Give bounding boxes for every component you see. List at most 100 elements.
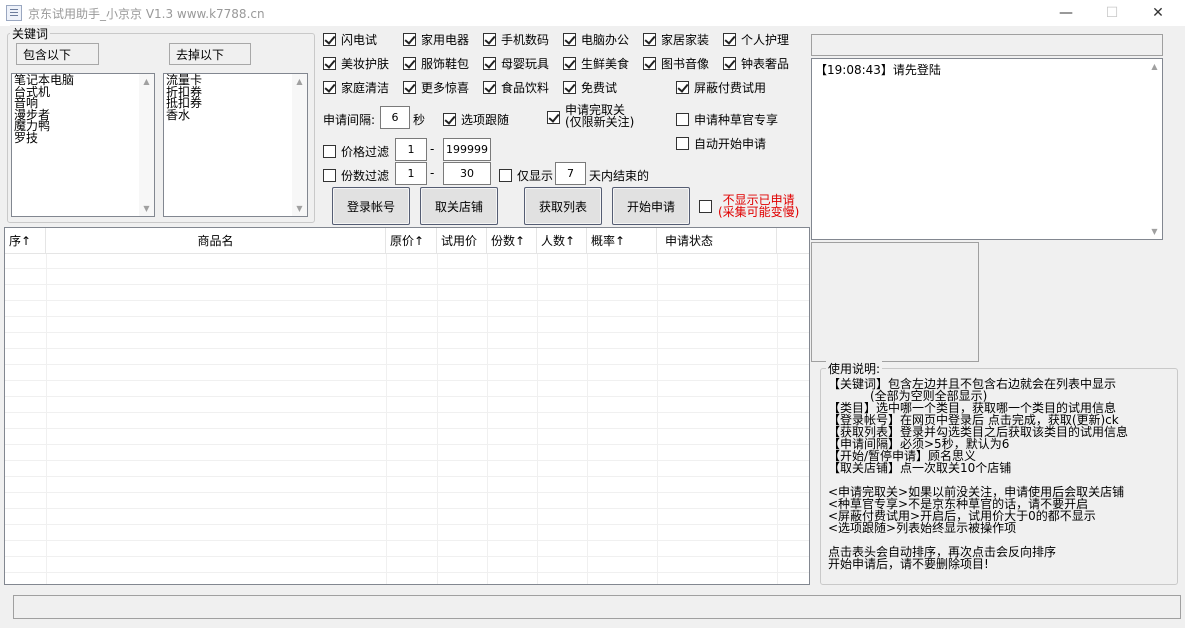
price-range-separator: - (430, 142, 435, 156)
category-checkbox[interactable]: 家用电器 (403, 31, 469, 48)
count-min-input[interactable]: 1 (395, 162, 427, 185)
price-max-input[interactable]: 199999 (443, 138, 491, 161)
checkbox-icon[interactable] (403, 57, 416, 70)
column-header-index[interactable]: 序↑ (5, 228, 46, 254)
log-scrollbar[interactable]: ▲ ▼ (1147, 59, 1162, 239)
checkbox-icon[interactable] (403, 33, 416, 46)
checkbox-icon[interactable] (323, 145, 336, 158)
checkbox-icon[interactable] (323, 81, 336, 94)
category-checkbox[interactable]: 钟表奢品 (723, 55, 789, 72)
log-line: 【19:08:43】请先登陆 (815, 63, 941, 77)
column-header-probability[interactable]: 概率↑ (587, 228, 657, 254)
checkbox-icon[interactable] (676, 137, 689, 150)
close-button[interactable]: ✕ (1135, 0, 1181, 26)
checkbox-icon[interactable] (443, 113, 456, 126)
minimize-button[interactable]: — (1043, 0, 1089, 26)
category-checkbox[interactable]: 更多惊喜 (403, 79, 469, 96)
price-min-input[interactable]: 1 (395, 138, 427, 161)
checkbox-icon[interactable] (403, 81, 416, 94)
include-keywords-list[interactable]: 笔记本电脑 台式机 音响 漫步者 魔力鸭 罗技 ▲ ▼ (11, 73, 155, 217)
category-checkbox[interactable]: 家庭清洁 (323, 79, 389, 96)
checkbox-icon[interactable] (643, 57, 656, 70)
column-header-original-price[interactable]: 原价↑ (386, 228, 437, 254)
grid-column-line (437, 254, 438, 584)
column-header-people[interactable]: 人数↑ (537, 228, 587, 254)
scroll-down-icon[interactable]: ▼ (1147, 227, 1162, 236)
checkbox-icon[interactable] (483, 33, 496, 46)
scroll-up-icon[interactable]: ▲ (139, 77, 154, 86)
column-header-trial-price[interactable]: 试用价 (437, 228, 487, 254)
category-checkbox[interactable]: 图书音像 (643, 55, 709, 72)
scroll-up-icon[interactable]: ▲ (292, 77, 307, 86)
grid-row-line (5, 540, 809, 541)
category-checkbox[interactable]: 免费试 (563, 79, 617, 96)
category-checkbox[interactable]: 电脑办公 (563, 31, 629, 48)
login-button[interactable]: 登录帐号 (332, 187, 410, 225)
exclude-list-scrollbar[interactable]: ▲ ▼ (292, 74, 307, 216)
follow-selected-checkbox[interactable]: 选项跟随 (443, 111, 509, 128)
price-filter-checkbox[interactable]: 价格过滤 (323, 143, 389, 160)
window-title: 京东试用助手_小京京 V1.3 www.k7788.cn (28, 7, 265, 21)
scroll-up-icon[interactable]: ▲ (1147, 62, 1162, 71)
grid-row-line (5, 316, 809, 317)
column-header-status[interactable]: 申请状态 (657, 228, 777, 254)
app-icon (6, 5, 22, 21)
days-filter-checkbox[interactable]: 仅显示 (499, 167, 553, 184)
category-checkbox[interactable]: 食品饮料 (483, 79, 549, 96)
category-checkbox[interactable]: 个人护理 (723, 31, 789, 48)
checkbox-icon[interactable] (676, 81, 689, 94)
grass-official-checkbox[interactable]: 申请种草官专享 (676, 111, 778, 128)
block-paid-trial-checkbox[interactable]: 屏蔽付费试用 (676, 79, 766, 96)
auto-start-checkbox[interactable]: 自动开始申请 (676, 135, 766, 152)
product-table[interactable]: 序↑ 商品名 原价↑ 试用价 份数↑ 人数↑ 概率↑ 申请状态 (4, 227, 810, 585)
checkbox-icon[interactable] (563, 81, 576, 94)
column-header-name[interactable]: 商品名 (46, 228, 386, 254)
checkbox-icon[interactable] (643, 33, 656, 46)
interval-input[interactable]: 6 (380, 106, 410, 129)
grid-row-line (5, 572, 809, 573)
checkbox-icon[interactable] (323, 169, 336, 182)
checkbox-icon[interactable] (499, 169, 512, 182)
help-text: 【关键词】包含左边并且不包含右边就会在列表中显示 (全部为空则全部显示) 【类目… (828, 377, 1129, 571)
count-max-input[interactable]: 30 (443, 162, 491, 185)
category-checkbox[interactable]: 服饰鞋包 (403, 55, 469, 72)
start-apply-button[interactable]: 开始申请 (612, 187, 690, 225)
checkbox-icon[interactable] (483, 57, 496, 70)
category-checkbox[interactable]: 母婴玩具 (483, 55, 549, 72)
checkbox-icon[interactable] (547, 111, 560, 124)
grid-row-line (5, 556, 809, 557)
column-header-count[interactable]: 份数↑ (487, 228, 537, 254)
progress-bar (811, 34, 1163, 56)
category-checkbox[interactable]: 家居家装 (643, 31, 709, 48)
exclude-keywords-list[interactable]: 流量卡 折扣券 抵扣券 香水 ▲ ▼ (163, 73, 308, 217)
checkbox-icon[interactable] (323, 33, 336, 46)
include-list-scrollbar[interactable]: ▲ ▼ (139, 74, 154, 216)
column-header-filler (777, 228, 809, 254)
days-input[interactable]: 7 (555, 162, 586, 185)
checkbox-icon[interactable] (323, 57, 336, 70)
count-filter-checkbox[interactable]: 份数过滤 (323, 167, 389, 184)
maximize-button[interactable]: ☐ (1089, 0, 1135, 26)
checkbox-icon[interactable] (723, 33, 736, 46)
category-checkbox[interactable]: 手机数码 (483, 31, 549, 48)
log-textbox[interactable]: 【19:08:43】请先登陆 ▲ ▼ (811, 58, 1163, 240)
category-checkbox[interactable]: 美妆护肤 (323, 55, 389, 72)
checkbox-icon[interactable] (699, 200, 712, 213)
exclude-label: 去掉以下 (169, 43, 251, 65)
checkbox-icon[interactable] (563, 33, 576, 46)
checkbox-icon[interactable] (723, 57, 736, 70)
category-checkbox[interactable]: 生鲜美食 (563, 55, 629, 72)
keywords-group-label: 关键词 (10, 25, 51, 42)
checkbox-icon[interactable] (563, 57, 576, 70)
hide-applied-checkbox-box[interactable] (699, 199, 712, 213)
list-item[interactable]: 香水 (166, 109, 202, 122)
unfollow-checkbox-box[interactable] (547, 110, 560, 124)
checkbox-icon[interactable] (676, 113, 689, 126)
category-checkbox[interactable]: 闪电试 (323, 31, 377, 48)
scroll-down-icon[interactable]: ▼ (292, 204, 307, 213)
checkbox-icon[interactable] (483, 81, 496, 94)
list-item[interactable]: 罗技 (14, 132, 74, 145)
fetch-list-button[interactable]: 获取列表 (524, 187, 602, 225)
scroll-down-icon[interactable]: ▼ (139, 204, 154, 213)
unfollow-shops-button[interactable]: 取关店铺 (420, 187, 498, 225)
